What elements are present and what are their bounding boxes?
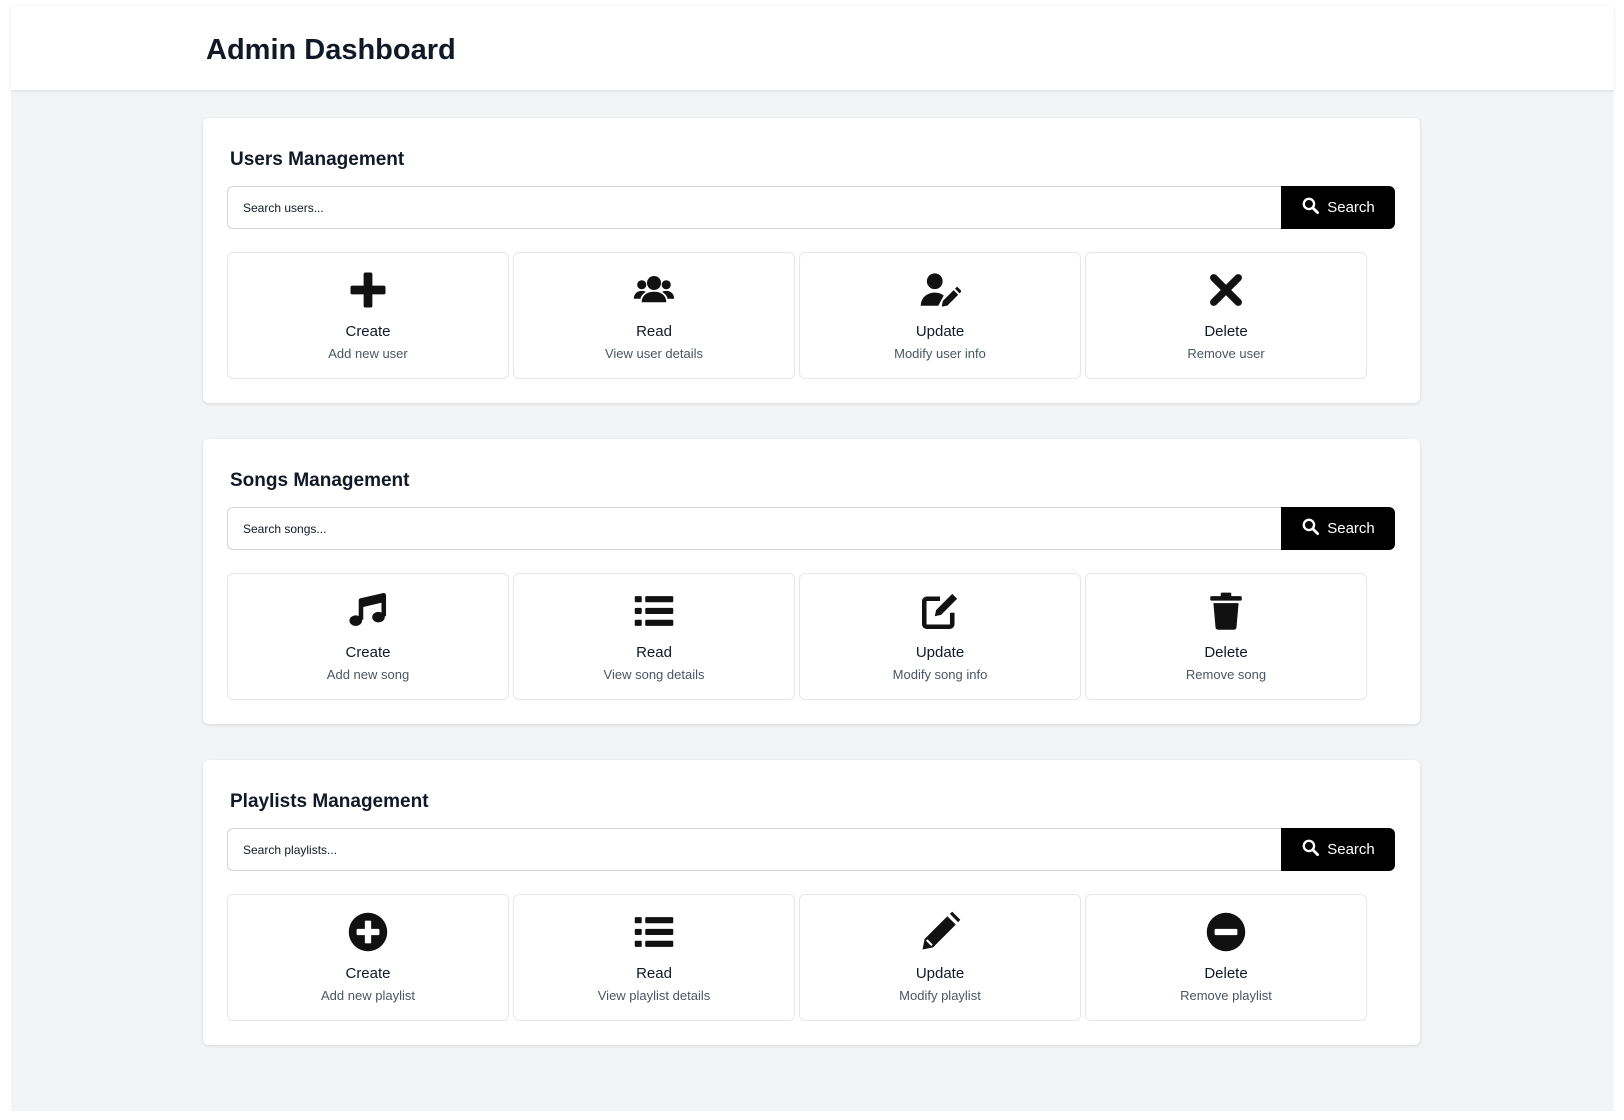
card-description: Add new user [328, 346, 408, 361]
users-search-input[interactable] [227, 186, 1282, 229]
section-title: Songs Management [230, 470, 410, 491]
card-description: Add new playlist [321, 988, 415, 1003]
card-label: Create [345, 644, 391, 661]
card-label: Read [636, 323, 672, 340]
card-label: Read [636, 965, 672, 982]
users-read-card[interactable]: Read View user details [513, 252, 795, 379]
playlists-action-cards: Create Add new playlist Read View playli… [227, 894, 1397, 1021]
playlists-create-card[interactable]: Create Add new playlist [227, 894, 509, 1021]
pencil-icon [800, 910, 1080, 954]
plus-icon [228, 268, 508, 312]
trash-icon [1086, 589, 1366, 633]
section-title: Playlists Management [230, 791, 429, 812]
card-description: Modify playlist [899, 988, 981, 1003]
songs-action-cards: Create Add new song Read View song detai… [227, 573, 1397, 700]
search-button-label: Search [1327, 841, 1375, 858]
page-title: Admin Dashboard [206, 34, 456, 66]
card-label: Update [915, 323, 965, 340]
search-icon [1301, 196, 1320, 219]
card-label: Create [345, 965, 391, 982]
songs-search-button[interactable]: Search [1281, 507, 1395, 550]
songs-management-section: Songs Management Search Create Add new s… [203, 439, 1420, 724]
songs-create-card[interactable]: Create Add new song [227, 573, 509, 700]
music-icon [228, 589, 508, 633]
users-create-card[interactable]: Create Add new user [227, 252, 509, 379]
songs-read-card[interactable]: Read View song details [513, 573, 795, 700]
top-bar: Admin Dashboard [11, 6, 1614, 90]
playlists-search-input[interactable] [227, 828, 1282, 871]
close-icon [1086, 268, 1366, 312]
playlists-management-section: Playlists Management Search Create Add n… [203, 760, 1420, 1045]
users-delete-card[interactable]: Delete Remove user [1085, 252, 1367, 379]
card-label: Delete [1204, 965, 1248, 982]
card-description: View song details [603, 667, 705, 682]
songs-search-input[interactable] [227, 507, 1282, 550]
search-button-label: Search [1327, 199, 1375, 216]
search-button-label: Search [1327, 520, 1375, 537]
card-label: Update [915, 644, 965, 661]
card-label: Delete [1204, 644, 1248, 661]
songs-update-card[interactable]: Update Modify song info [799, 573, 1081, 700]
card-description: Remove playlist [1180, 988, 1272, 1003]
card-description: Remove user [1187, 346, 1265, 361]
playlists-update-card[interactable]: Update Modify playlist [799, 894, 1081, 1021]
card-description: Remove song [1185, 667, 1267, 682]
songs-delete-card[interactable]: Delete Remove song [1085, 573, 1367, 700]
card-description: Add new song [326, 667, 410, 682]
plus-circle-icon [228, 910, 508, 954]
app-frame: Admin Dashboard Users Management Search … [11, 6, 1614, 1111]
card-label: Delete [1204, 323, 1248, 340]
songs-search-bar: Search [227, 507, 1395, 550]
playlists-read-card[interactable]: Read View playlist details [513, 894, 795, 1021]
minus-circle-icon [1086, 910, 1366, 954]
users-management-section: Users Management Search Create Add new u… [203, 118, 1420, 403]
list-icon [514, 589, 794, 633]
card-label: Create [345, 323, 391, 340]
user-edit-icon [800, 268, 1080, 312]
list-icon [514, 910, 794, 954]
card-description: View user details [604, 346, 704, 361]
users-action-cards: Create Add new user Read View user detai… [227, 252, 1397, 379]
search-icon [1301, 517, 1320, 540]
users-update-card[interactable]: Update Modify user info [799, 252, 1081, 379]
users-icon [514, 268, 794, 312]
users-search-bar: Search [227, 186, 1395, 229]
playlists-search-bar: Search [227, 828, 1395, 871]
card-description: Modify user info [894, 346, 986, 361]
card-label: Update [915, 965, 965, 982]
section-title: Users Management [230, 149, 405, 170]
edit-icon [800, 589, 1080, 633]
playlists-search-button[interactable]: Search [1281, 828, 1395, 871]
card-description: View playlist details [597, 988, 711, 1003]
users-search-button[interactable]: Search [1281, 186, 1395, 229]
search-icon [1301, 838, 1320, 861]
card-label: Read [636, 644, 672, 661]
playlists-delete-card[interactable]: Delete Remove playlist [1085, 894, 1367, 1021]
card-description: Modify song info [892, 667, 988, 682]
